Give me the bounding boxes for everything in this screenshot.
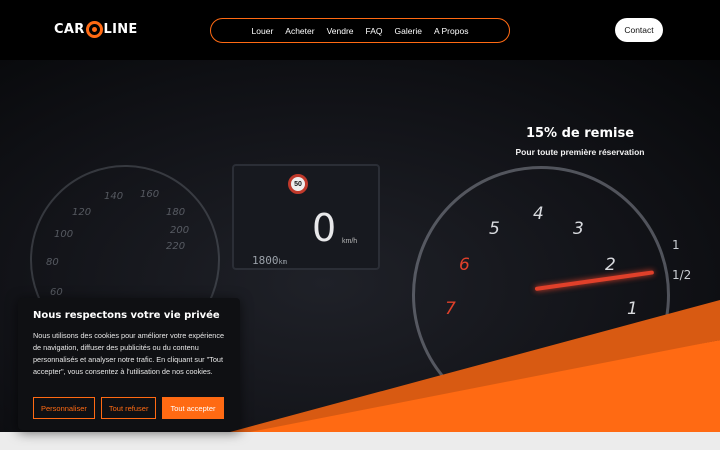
rpm-tick-label: 3: [573, 219, 584, 239]
rpm-tick-label: 4: [533, 204, 544, 224]
promo-subtitle: Pour toute première réservation: [515, 147, 645, 157]
dashboard-center-display: 50 0 km/h 1800km: [232, 164, 380, 270]
cookie-consent-banner: Nous respectons votre vie privée Nous ut…: [18, 298, 240, 430]
nav-item-acheter[interactable]: Acheter: [285, 26, 314, 36]
gauge-tick-label: 120: [72, 207, 92, 218]
logo-ring-icon: [85, 21, 103, 38]
cookie-title: Nous respectons votre vie privée: [33, 310, 220, 321]
tachometer-gauge: 7 6 5 4 3 2 1 0 tr/min x1000: [412, 166, 670, 424]
rpm-unit-line1: tr/min: [621, 341, 642, 350]
promo-title: 15% de remise: [525, 126, 635, 141]
rpm-unit: tr/min x1000: [621, 341, 643, 359]
customize-button[interactable]: Personnaliser: [33, 397, 95, 419]
speed-readout: 0: [312, 206, 337, 250]
rpm-tick-label: 1: [627, 299, 638, 319]
cookie-body: Nous utilisons des cookies pour améliore…: [33, 331, 225, 376]
odometer-value: 1800: [252, 254, 279, 267]
page: 60 80 100 120 140 160 180 200 220 50 0 k…: [0, 0, 720, 450]
fuel-label: 1/2: [672, 268, 692, 282]
accept-all-button[interactable]: Tout accepter: [162, 397, 224, 419]
rpm-tick-label: 2: [605, 255, 616, 275]
next-section-strip: [0, 432, 720, 450]
cookie-buttons: Personnaliser Tout refuser Tout accepter: [33, 397, 224, 419]
gauge-tick-label: 140: [104, 191, 124, 202]
main-nav: Louer Acheter Vendre FAQ Galerie A Propo…: [210, 18, 510, 43]
rpm-unit-line2: x1000: [621, 350, 643, 359]
gauge-tick-label: 80: [46, 257, 59, 268]
odometer: 1800km: [252, 254, 287, 267]
gauge-tick-label: 60: [50, 287, 63, 298]
logo-text-right: LINE: [103, 22, 138, 37]
nav-item-vendre[interactable]: Vendre: [327, 26, 354, 36]
speed-unit: km/h: [342, 238, 358, 245]
gauge-tick-label: 220: [166, 241, 186, 252]
odometer-unit: km: [278, 258, 287, 266]
site-logo[interactable]: CAR LINE: [54, 21, 138, 38]
nav-item-louer[interactable]: Louer: [252, 26, 274, 36]
fuel-gauge: 1 1/2: [672, 230, 691, 290]
site-header: CAR LINE Louer Acheter Vendre FAQ Galeri…: [0, 0, 720, 60]
nav-item-a-propos[interactable]: A Propos: [434, 26, 469, 36]
rpm-tick-label: 5: [489, 219, 500, 239]
speed-limit-sign: 50: [288, 174, 308, 194]
nav-item-galerie[interactable]: Galerie: [395, 26, 422, 36]
gauge-tick-label: 180: [166, 207, 186, 218]
gauge-tick-label: 200: [170, 225, 190, 236]
gauge-tick-label: 100: [54, 229, 74, 240]
gauge-tick-label: 160: [140, 189, 160, 200]
logo-text-left: CAR: [54, 22, 85, 37]
nav-item-faq[interactable]: FAQ: [366, 26, 383, 36]
contact-button[interactable]: Contact: [615, 18, 663, 42]
rpm-tick-label: 7: [445, 299, 456, 319]
fuel-label: 1: [672, 238, 680, 252]
reject-all-button[interactable]: Tout refuser: [100, 397, 157, 419]
tachometer-needle: [534, 270, 655, 291]
rpm-tick-label: 6: [459, 255, 470, 275]
